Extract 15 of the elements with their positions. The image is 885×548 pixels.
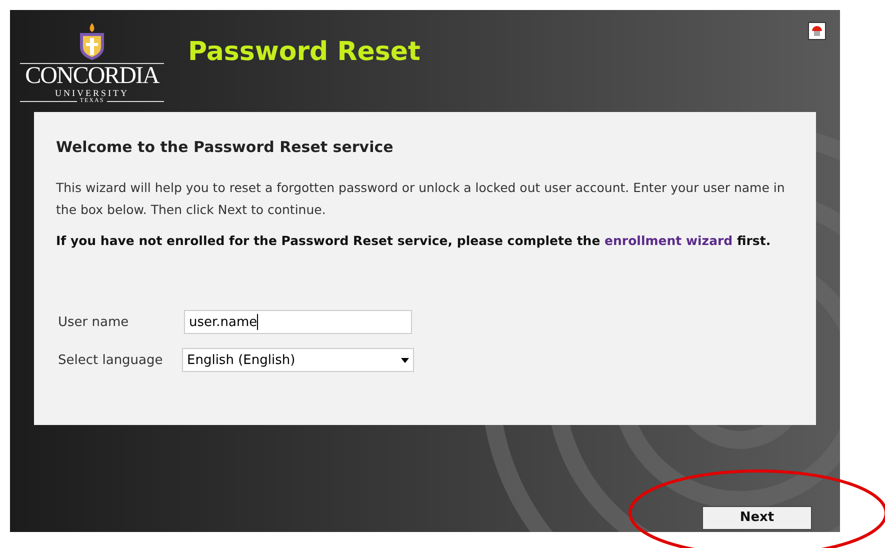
page-title: Password Reset — [188, 36, 420, 68]
enrollment-notice: If you have not enrolled for the Password Reset service, please complete the enrollment wizard first. — [56, 232, 772, 250]
input-field[interactable]: user.name — [184, 310, 412, 334]
next-button[interactable]: Next — [702, 506, 812, 530]
caret-icon — [401, 358, 409, 363]
field-label: Select language — [58, 352, 164, 370]
intro-paragraph: This wizard will help you to reset a forgotten password or unlock a locked out user account. Enter your user name in the box below. Then click Next to continue. — [56, 178, 786, 218]
card-heading: Welcome to the Password Reset service — [56, 137, 394, 158]
logo-subtitle: UNIVERSITY — [55, 88, 129, 98]
field-label: User name — [58, 314, 130, 332]
enrollment-wizard-link[interactable]: enrollment wizard — [604, 232, 733, 248]
shield-cross-icon — [78, 23, 106, 61]
language-dropdown[interactable]: English (English) — [182, 348, 414, 372]
logo-wordmark: CONCORDIA — [25, 64, 159, 88]
help-icon[interactable] — [808, 22, 826, 40]
